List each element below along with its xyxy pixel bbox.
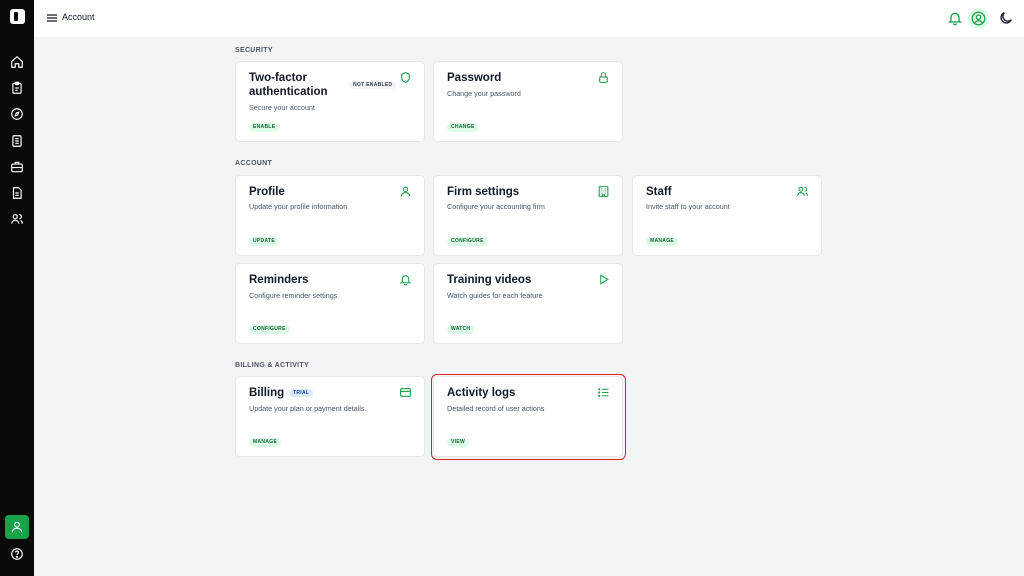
- moon-icon: [1000, 12, 1012, 24]
- users-icon[interactable]: [10, 212, 24, 226]
- card-description: Update your profile information: [249, 202, 348, 211]
- manage-billing-button[interactable]: MANAGE: [249, 438, 282, 447]
- section-label-billing-activity: BILLING & ACTIVITY: [235, 362, 309, 369]
- clipboard-icon[interactable]: [10, 81, 24, 95]
- card-description: Change your password: [447, 89, 521, 98]
- password-card[interactable]: Password Change your password CHANGE: [433, 61, 623, 142]
- briefcase-icon[interactable]: [10, 160, 24, 174]
- credit-card-icon: [399, 386, 412, 399]
- trial-badge: TRIAL: [289, 389, 314, 397]
- card-title: Firm settings: [447, 186, 520, 198]
- sidebar: [0, 0, 34, 576]
- staff-card[interactable]: Staff Invite staff to your account MANAG…: [632, 175, 822, 256]
- user-circle-icon: [971, 11, 986, 26]
- card-title: Staff: [646, 186, 672, 198]
- card-description: Update your plan or payment details.: [249, 404, 367, 413]
- card-title: Reminders: [249, 274, 309, 286]
- two-factor-card[interactable]: Two-factor authentication NOT ENABLED Se…: [235, 61, 425, 142]
- top-bar: Account: [34, 0, 1024, 37]
- status-badge: NOT ENABLED: [349, 81, 397, 89]
- configure-button[interactable]: CONFIGURE: [447, 237, 488, 246]
- home-icon[interactable]: [10, 55, 24, 69]
- training-videos-card[interactable]: Training videos Watch guides for each fe…: [433, 263, 623, 344]
- shield-icon: [399, 71, 412, 84]
- configure-reminders-button[interactable]: CONFIGURE: [249, 325, 290, 334]
- help-icon[interactable]: [10, 547, 24, 561]
- firm-settings-card[interactable]: Firm settings Configure your accounting …: [433, 175, 623, 256]
- card-title: Profile: [249, 186, 285, 198]
- section-label-account: ACCOUNT: [235, 160, 273, 167]
- profile-nav-button[interactable]: [5, 515, 29, 539]
- building-icon: [597, 185, 610, 198]
- app-logo[interactable]: [10, 9, 25, 24]
- card-description: Configure your accounting firm: [447, 202, 545, 211]
- card-title: Training videos: [447, 274, 532, 286]
- manage-staff-button[interactable]: MANAGE: [646, 237, 679, 246]
- card-title: Two-factor authentication: [249, 72, 328, 98]
- page-title: Account: [62, 12, 95, 22]
- card-description: Watch guides for each feature: [447, 291, 543, 300]
- user-icon: [11, 521, 23, 533]
- enable-button[interactable]: ENABLE: [249, 123, 280, 132]
- watch-button[interactable]: WATCH: [447, 325, 475, 334]
- document-icon[interactable]: [10, 186, 24, 200]
- update-button[interactable]: UPDATE: [249, 237, 279, 246]
- card-description: Invite staff to your account: [646, 202, 730, 211]
- reminders-card[interactable]: Reminders Configure reminder settings CO…: [235, 263, 425, 344]
- lock-icon: [597, 71, 610, 84]
- users-icon: [796, 185, 809, 198]
- compass-icon[interactable]: [10, 107, 24, 121]
- checklist-icon[interactable]: [10, 134, 24, 148]
- dark-mode-toggle[interactable]: [998, 10, 1014, 26]
- selection-highlight: [431, 374, 626, 460]
- profile-card[interactable]: Profile Update your profile information …: [235, 175, 425, 256]
- card-description: Configure reminder settings: [249, 291, 338, 300]
- bell-icon[interactable]: [947, 10, 963, 26]
- user-icon: [399, 185, 412, 198]
- bell-icon: [399, 273, 412, 286]
- section-label-security: SECURITY: [235, 47, 273, 54]
- avatar[interactable]: [968, 8, 989, 29]
- change-button[interactable]: CHANGE: [447, 123, 479, 132]
- menu-icon[interactable]: [47, 13, 57, 23]
- play-icon: [597, 273, 610, 286]
- billing-card[interactable]: Billing TRIAL Update your plan or paymen…: [235, 376, 425, 457]
- card-title: Password: [447, 72, 502, 84]
- card-title: Billing: [249, 387, 285, 399]
- card-description: Secure your account: [249, 103, 315, 112]
